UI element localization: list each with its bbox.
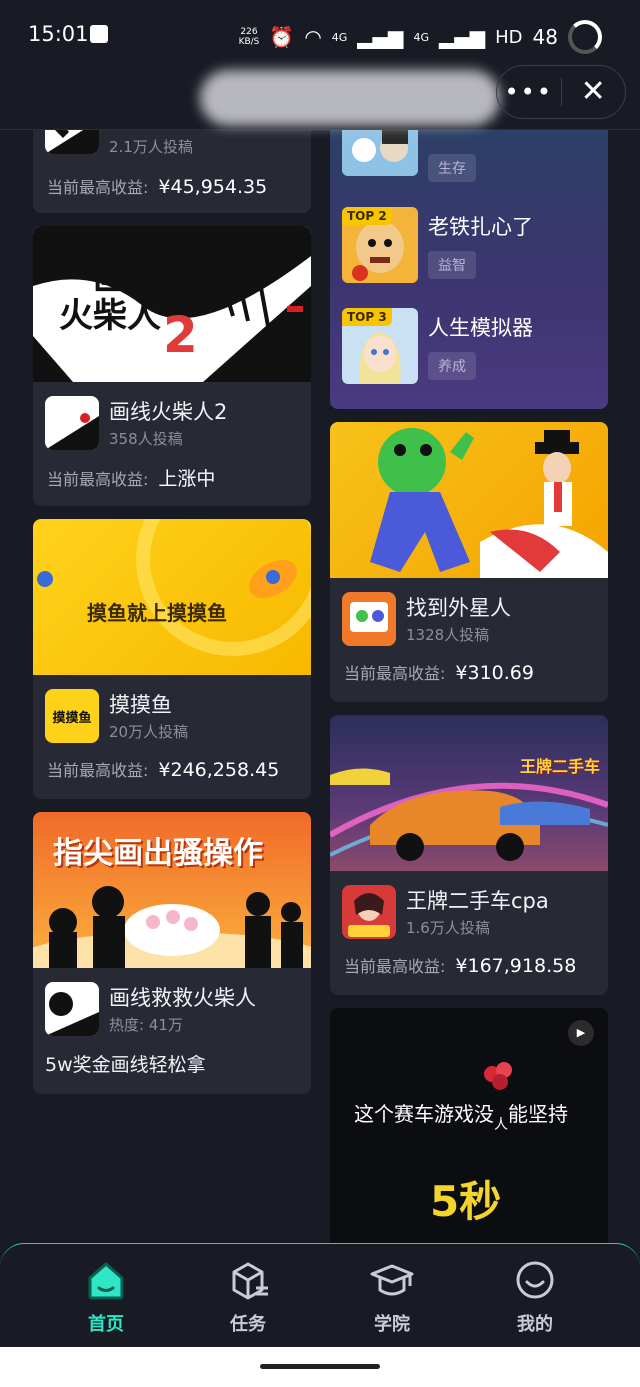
game-title: 王牌二手车cpa [406, 889, 549, 913]
signal-icon: ▂▄▆ [438, 25, 486, 49]
signal-icon: ▂▄▆ [357, 25, 404, 49]
earnings-value: ¥45,954.35 [158, 176, 268, 198]
earnings-value: 上涨中 [158, 468, 216, 490]
game-title: 人生模拟器 [428, 316, 533, 340]
game-thumbnail: 摸鱼就上摸摸鱼 [33, 519, 311, 675]
task-card[interactable]: 摸鱼就上摸摸鱼 摸摸鱼 摸摸鱼 20万人投稿 当前最高收益: ¥246,258.4… [33, 519, 311, 799]
heart-cluster-icon [484, 1062, 512, 1090]
alarm-icon: ⏰ [269, 25, 295, 49]
box-icon [232, 1262, 268, 1300]
game-title: 老铁扎心了 [428, 215, 533, 239]
home-icon [88, 1262, 124, 1300]
ranking-item[interactable]: TOP 2 老铁扎心了 益智 [342, 207, 602, 287]
task-card[interactable]: 找到外星人 1328人投稿 当前最高收益: ¥310.69 [330, 422, 608, 702]
heat-value: 热度: 41万 [109, 1016, 183, 1034]
submission-count: 20万人投稿 [109, 723, 189, 741]
thumb-title-2: 火柴人 [59, 296, 161, 336]
tab-label: 首页 [88, 1314, 124, 1335]
rank-badge: TOP 2 [342, 207, 392, 225]
battery-level: 48 [532, 25, 558, 49]
tab-label: 任务 [230, 1314, 266, 1335]
thumb-logo: 王牌二手车 [519, 757, 600, 776]
game-thumbnail: TOP 3 [342, 308, 418, 384]
game-thumbnail: 指尖画出骚操作 [33, 812, 311, 968]
game-icon [342, 592, 396, 646]
earnings-value: ¥246,258.45 [158, 759, 280, 781]
game-thumbnail [330, 422, 608, 578]
close-button[interactable]: ✕ [562, 77, 626, 107]
genre-tag: 生存 [428, 154, 476, 182]
task-card[interactable]: 画线 火柴人 2 画线火柴人2 358人投稿 当前最高收益: 上涨中 [33, 226, 311, 506]
wifi-icon: ◠ [304, 25, 322, 49]
ranking-item[interactable]: 生存 [342, 130, 602, 182]
tab-academy[interactable]: 学院 [342, 1258, 442, 1336]
hd-label: HD [495, 26, 523, 48]
top-bar: ••• ✕ [0, 60, 640, 130]
earnings-row: 当前最高收益: ¥167,918.58 [344, 955, 577, 977]
tab-profile[interactable]: 我的 [485, 1258, 585, 1336]
game-title: 画线火柴人2 [109, 400, 228, 424]
genre-tag: 益智 [428, 251, 476, 279]
game-title: 摸摸鱼 [109, 693, 172, 717]
task-description: 5w奖金画线轻松拿 [45, 1054, 206, 1076]
blurred-title [200, 70, 500, 126]
tab-home[interactable]: 首页 [56, 1258, 156, 1336]
battery-icon [568, 20, 602, 54]
game-thumbnail: 王牌二手车 [330, 715, 608, 871]
signal-label-1: 4G [331, 30, 348, 44]
genre-tag: 养成 [428, 352, 476, 380]
thumb-slogan: 摸鱼就上摸摸鱼 [87, 601, 227, 625]
notification-icon [90, 25, 108, 43]
earnings-row: 当前最高收益: 上涨中 [47, 468, 216, 490]
rank-badge: TOP 3 [342, 308, 392, 326]
earnings-row: 当前最高收益: ¥246,258.45 [47, 759, 280, 781]
tab-label: 我的 [517, 1314, 553, 1335]
ranking-panel: 生存 TOP 2 老铁扎心了 益智 TOP 3 人生模拟器 养成 [330, 130, 608, 409]
game-title: 找到外星人 [406, 596, 511, 620]
task-card[interactable]: 指尖画出骚操作 画线救救火柴人 热度: 41万 5w奖金画线轻松拿 [33, 812, 311, 1094]
graduation-cap-icon [370, 1264, 414, 1296]
submission-count: 2.1万人投稿 [109, 138, 193, 156]
earnings-value: ¥310.69 [455, 662, 534, 684]
status-time: 15:01 [28, 22, 89, 46]
game-icon [45, 396, 99, 450]
game-title: 画线救救火柴人 [109, 986, 256, 1010]
submission-count: 1.6万人投稿 [406, 919, 490, 937]
net-speed: 226 KB/S [238, 27, 260, 47]
game-icon: 摸摸鱼 [45, 689, 99, 743]
submission-count: 358人投稿 [109, 430, 183, 448]
play-icon[interactable]: ▶ [568, 1020, 594, 1046]
task-card[interactable]: 2.1万人投稿 当前最高收益: ¥45,954.35 [33, 130, 311, 213]
game-icon [45, 982, 99, 1036]
more-button[interactable]: ••• [497, 78, 561, 106]
game-thumbnail: TOP 2 [342, 207, 418, 283]
tab-label: 学院 [374, 1314, 410, 1335]
smile-face-icon [516, 1261, 554, 1299]
thumb-title-3: 2 [163, 306, 198, 364]
earnings-row: 当前最高收益: ¥310.69 [344, 662, 534, 684]
home-indicator[interactable] [260, 1364, 380, 1369]
task-card[interactable]: 王牌二手车 王牌二手车cpa 1.6万人投稿 当前最高收益: ¥167,918.5… [330, 715, 608, 995]
status-indicators: 226 KB/S ⏰ ◠ 4G ▂▄▆ 4G ▂▄▆ HD 48 [239, 20, 602, 54]
mini-program-capsule: ••• ✕ [496, 65, 626, 119]
ranking-item[interactable]: TOP 3 人生模拟器 养成 [342, 308, 602, 388]
game-icon [45, 130, 99, 154]
thumb-slogan: 指尖画出骚操作 [53, 836, 263, 871]
bottom-tab-bar: 首页 任务 学院 我的 [0, 1243, 640, 1347]
video-ad-card[interactable]: ▶ 这个赛车游戏没人能坚持 5秒 [330, 1008, 608, 1245]
submission-count: 1328人投稿 [406, 626, 490, 644]
system-nav-area [0, 1347, 640, 1387]
tab-tasks[interactable]: 任务 [198, 1258, 298, 1336]
signal-label-2: 4G [413, 30, 429, 44]
game-icon [342, 885, 396, 939]
earnings-value: ¥167,918.58 [455, 955, 577, 977]
ad-highlight: 5秒 [430, 1177, 502, 1226]
ad-caption: 这个赛车游戏没人能坚持 [354, 1102, 568, 1133]
task-feed[interactable]: 2.1万人投稿 当前最高收益: ¥45,954.35 画线 火柴人 2 画线火柴人… [0, 130, 640, 1245]
earnings-row: 当前最高收益: ¥45,954.35 [47, 176, 268, 198]
game-thumbnail: 画线 火柴人 2 [33, 226, 311, 382]
game-thumbnail [342, 130, 418, 176]
